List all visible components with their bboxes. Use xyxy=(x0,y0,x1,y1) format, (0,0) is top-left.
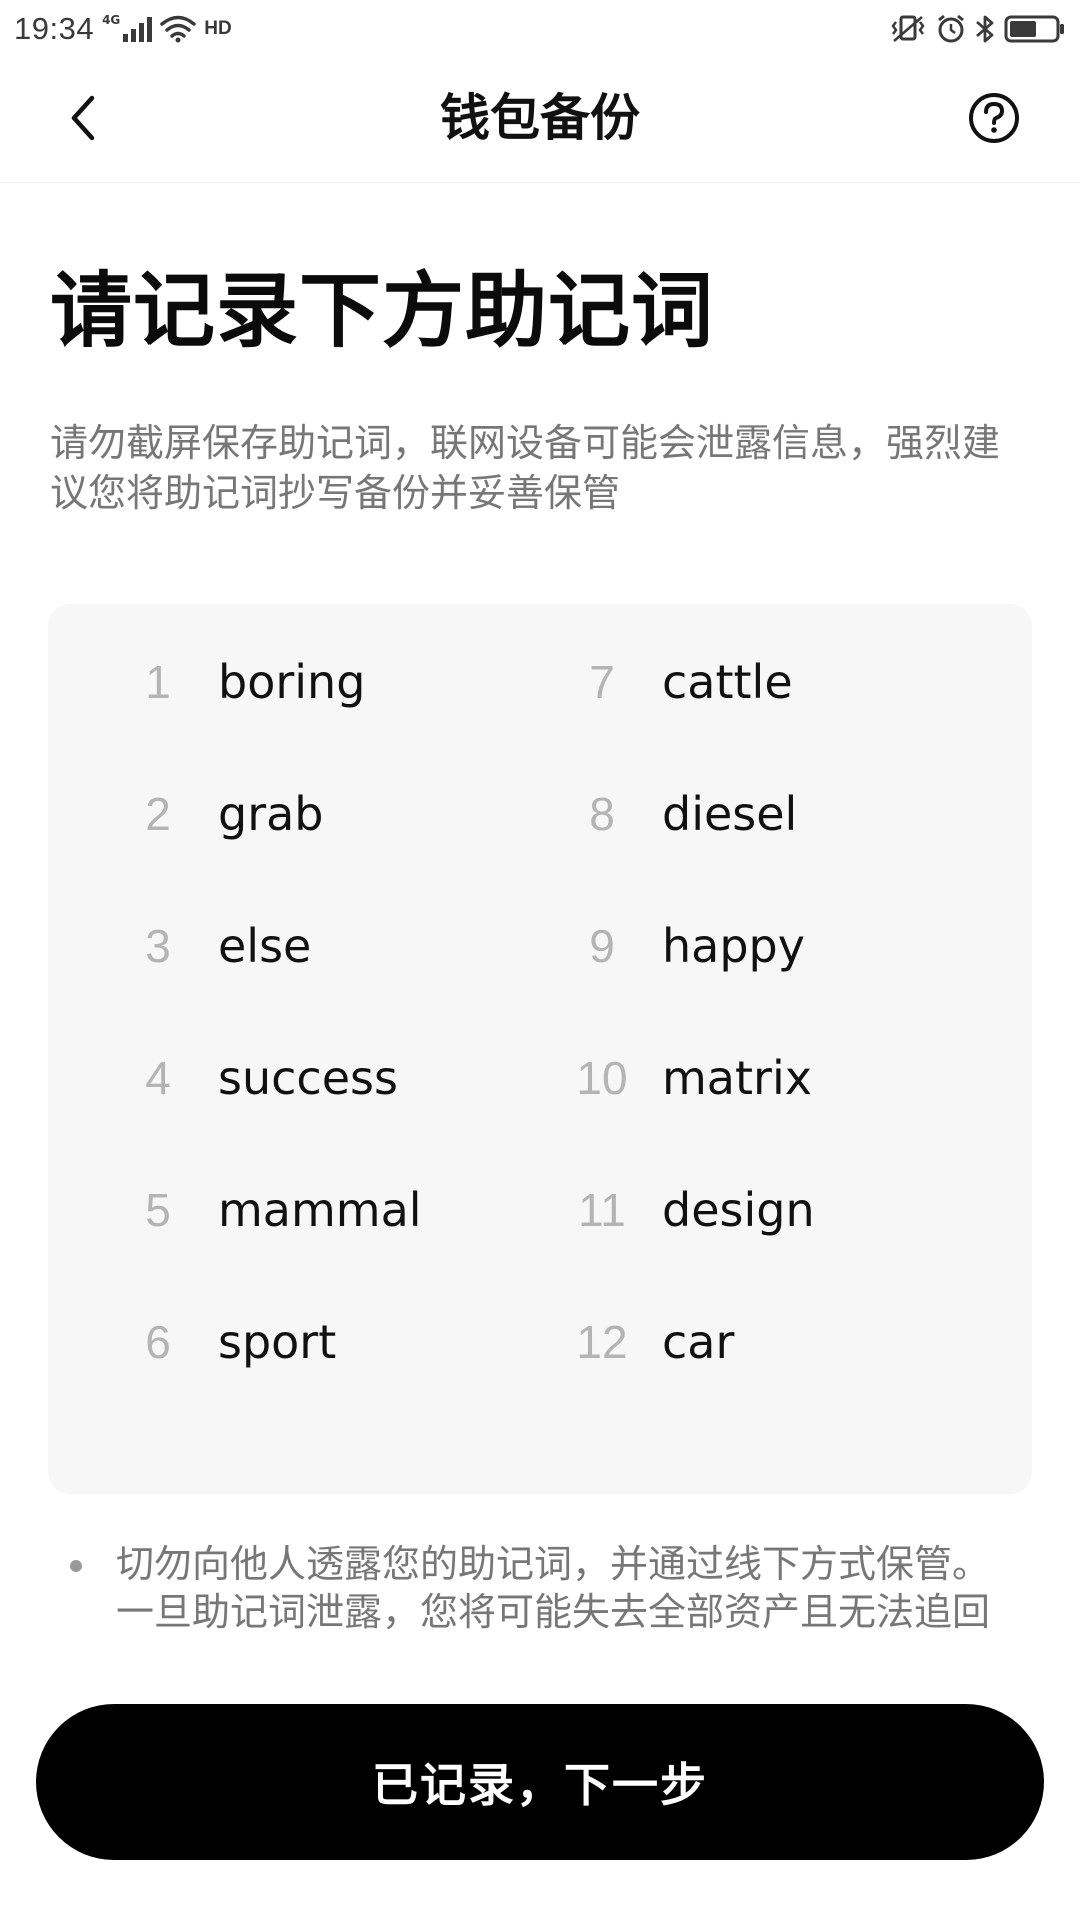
mnemonic-word-3: 3 else xyxy=(118,906,311,986)
next-button-label: 已记录，下一步 xyxy=(372,1758,708,1812)
word-text: design xyxy=(662,1183,815,1237)
word-text: grab xyxy=(218,787,324,841)
word-text: mammal xyxy=(218,1183,422,1237)
mnemonic-word-2: 2 grab xyxy=(118,774,324,854)
word-index: 4 xyxy=(145,1052,171,1104)
battery-icon xyxy=(1004,14,1066,44)
word-index: 3 xyxy=(145,920,171,972)
mnemonic-word-5: 5 mammal xyxy=(118,1170,422,1250)
word-index: 7 xyxy=(589,656,615,708)
word-index: 1 xyxy=(145,656,171,708)
status-bar: 19:34 4G HD xyxy=(0,0,1080,58)
word-index: 9 xyxy=(589,920,615,972)
word-index: 6 xyxy=(145,1316,171,1368)
mnemonic-word-1: 1 boring xyxy=(118,642,365,722)
header-title: 钱包备份 xyxy=(440,89,640,147)
screenshot-warning: 请勿截屏保存助记词，联网设备可能会泄露信息，强烈建议您将助记词抄写备份并妥善保管 xyxy=(50,421,1001,515)
vibrate-icon xyxy=(888,14,928,44)
word-text: else xyxy=(218,919,312,973)
hd-icon: HD xyxy=(204,18,232,39)
recorded-next-button[interactable]: 已记录，下一步 xyxy=(36,1704,1044,1860)
signal-icon xyxy=(122,16,153,42)
mnemonic-word-10: 10 matrix xyxy=(562,1038,812,1118)
word-index: 12 xyxy=(576,1316,628,1368)
status-left: 19:34 4G HD xyxy=(14,11,232,47)
word-text: happy xyxy=(662,919,805,973)
mnemonic-word-6: 6 sport xyxy=(118,1302,336,1382)
help-button[interactable] xyxy=(966,90,1022,146)
app-header: 钱包备份 xyxy=(0,58,1080,183)
word-text: cattle xyxy=(662,655,793,709)
status-time: 19:34 xyxy=(14,11,95,46)
bluetooth-icon xyxy=(974,14,996,44)
word-index: 11 xyxy=(578,1184,626,1236)
mnemonic-word-8: 8 diesel xyxy=(562,774,797,854)
word-text: success xyxy=(218,1051,398,1105)
mnemonic-word-9: 9 happy xyxy=(562,906,805,986)
word-text: boring xyxy=(218,655,366,709)
mnemonic-card: 1 boring 2 grab 3 else 4 success 5 mamma… xyxy=(48,604,1032,1494)
mnemonic-word-11: 11 design xyxy=(562,1170,815,1250)
bullet-dot-icon xyxy=(70,1560,82,1572)
alarm-icon xyxy=(936,14,966,44)
mnemonic-word-4: 4 success xyxy=(118,1038,398,1118)
mnemonic-word-12: 12 car xyxy=(562,1302,734,1382)
word-index: 10 xyxy=(576,1052,628,1104)
question-circle-icon xyxy=(969,93,1019,143)
word-text: matrix xyxy=(662,1051,812,1105)
network-type-label: 4G xyxy=(102,13,121,27)
mnemonic-word-7: 7 cattle xyxy=(562,642,793,722)
security-note: 切勿向他人透露您的助记词，并通过线下方式保管。一旦助记词泄露，您将可能失去全部资… xyxy=(70,1540,1010,1636)
status-right xyxy=(888,14,1066,44)
wifi-icon xyxy=(160,15,197,43)
word-index: 8 xyxy=(589,788,615,840)
word-text: diesel xyxy=(662,787,798,841)
security-note-text: 切勿向他人透露您的助记词，并通过线下方式保管。一旦助记词泄露，您将可能失去全部资… xyxy=(116,1542,991,1634)
word-text: sport xyxy=(218,1315,337,1369)
word-text: car xyxy=(662,1315,735,1369)
word-index: 2 xyxy=(145,788,171,840)
page-title: 请记录下方助记词 xyxy=(50,264,715,359)
word-index: 5 xyxy=(145,1184,171,1236)
